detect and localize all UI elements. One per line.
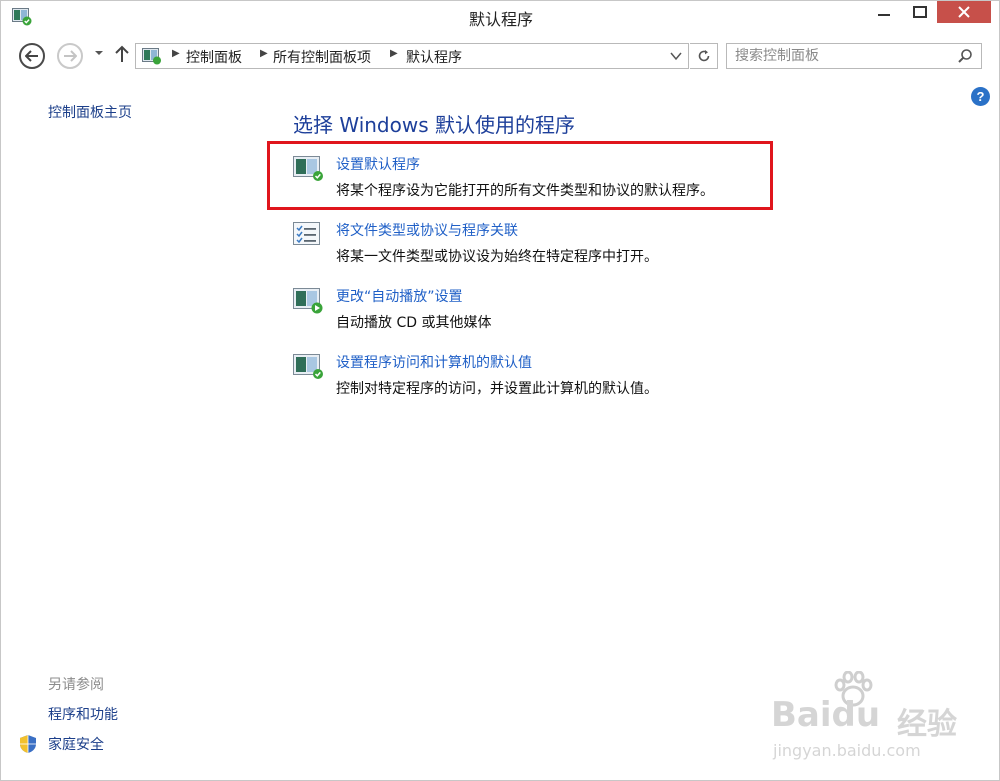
breadcrumb-separator-icon[interactable]: ▶ [390, 48, 398, 59]
see-also-heading: 另请参阅 [48, 677, 104, 693]
default-programs-icon [293, 156, 323, 181]
breadcrumb-control-panel[interactable]: 控制面板 [186, 47, 242, 67]
arrow-right-icon [64, 50, 77, 62]
programs-and-features-link[interactable]: 程序和功能 [48, 704, 118, 724]
title-bar: 默认程序 [1, 1, 999, 35]
set-default-programs-link[interactable]: 设置默认程序 [336, 154, 420, 174]
arrow-left-icon [25, 50, 38, 62]
help-icon: ? [976, 89, 985, 104]
refresh-button[interactable] [690, 43, 718, 69]
navigation-bar: ▶ 控制面板 ▶ 所有控制面板项 ▶ 默认程序 [1, 37, 999, 77]
file-association-link[interactable]: 将文件类型或协议与程序关联 [336, 220, 518, 240]
minimize-icon [878, 14, 890, 16]
file-association-description: 将某一文件类型或协议设为始终在特定程序中打开。 [336, 249, 658, 265]
breadcrumb-default-programs[interactable]: 默认程序 [406, 47, 462, 67]
baidu-watermark: Baidu 经验 jingyan.baidu.com [771, 671, 981, 771]
breadcrumb-all-items[interactable]: 所有控制面板项 [273, 47, 371, 67]
autoplay-icon [293, 288, 323, 314]
family-safety-link[interactable]: 家庭安全 [48, 734, 104, 754]
search-icon[interactable] [957, 48, 973, 64]
address-bar[interactable]: ▶ 控制面板 ▶ 所有控制面板项 ▶ 默认程序 [135, 43, 689, 69]
program-access-description: 控制对特定程序的访问，并设置此计算机的默认值。 [336, 381, 658, 397]
window-title: 默认程序 [468, 10, 533, 29]
shield-icon [20, 735, 36, 753]
chevron-down-icon[interactable] [670, 50, 682, 62]
close-icon [958, 6, 970, 18]
forward-button[interactable] [57, 43, 83, 69]
up-arrow-icon[interactable] [115, 45, 129, 63]
breadcrumb-separator-icon[interactable]: ▶ [260, 48, 268, 59]
set-default-programs-description: 将某个程序设为它能打开的所有文件类型和协议的默认程序。 [336, 183, 714, 199]
help-button[interactable]: ? [971, 87, 990, 106]
maximize-icon [913, 6, 927, 18]
watermark-brand: Baidu [771, 695, 881, 735]
page-title: 选择 Windows 默认使用的程序 [293, 113, 575, 137]
control-panel-icon [142, 48, 161, 65]
control-panel-window: 默认程序 ▶ 控制面板 ▶ 所有控制面板项 ▶ 默认程序 搜索控制面板 ? 控制… [0, 0, 1000, 781]
program-access-link[interactable]: 设置程序访问和计算机的默认值 [336, 352, 532, 372]
program-access-icon [293, 354, 323, 379]
close-button[interactable] [937, 1, 991, 23]
breadcrumb-separator-icon[interactable]: ▶ [172, 48, 180, 59]
search-box [726, 43, 982, 69]
control-panel-home-link[interactable]: 控制面板主页 [48, 102, 132, 122]
watermark-brand-cn: 经验 [897, 707, 957, 742]
maximize-button[interactable] [905, 1, 935, 23]
search-input[interactable] [727, 44, 953, 68]
refresh-icon [698, 50, 709, 62]
autoplay-settings-description: 自动播放 CD 或其他媒体 [336, 315, 492, 331]
recent-locations-dropdown-icon[interactable] [94, 49, 104, 57]
watermark-url: jingyan.baidu.com [773, 741, 921, 760]
minimize-button[interactable] [869, 1, 899, 23]
file-association-icon [293, 222, 320, 245]
autoplay-settings-link[interactable]: 更改“自动播放”设置 [336, 286, 463, 306]
back-button[interactable] [19, 43, 45, 69]
